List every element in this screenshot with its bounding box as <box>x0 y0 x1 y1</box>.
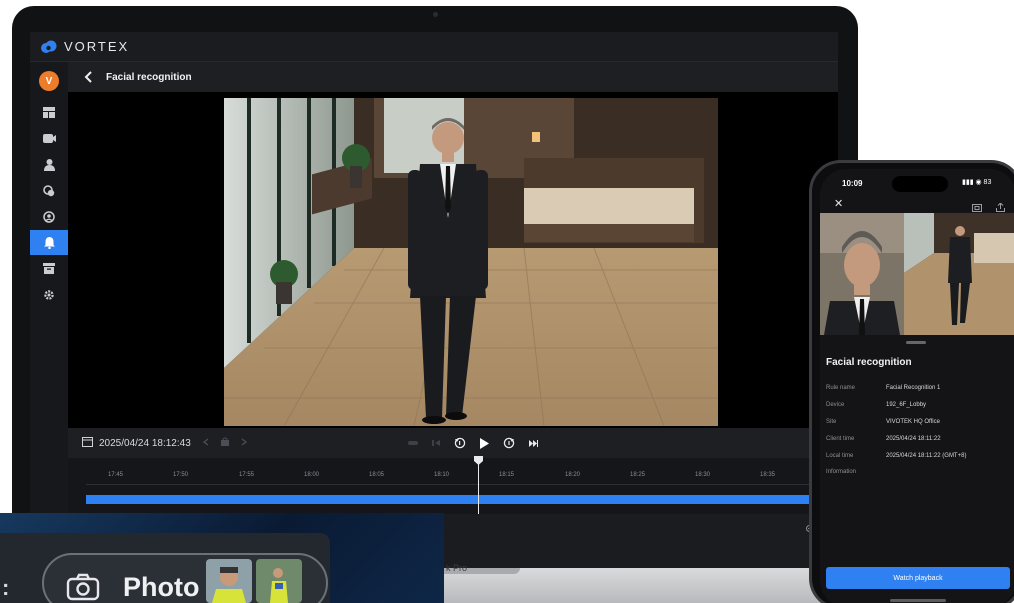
sidebar: V <box>30 62 68 568</box>
back-button[interactable] <box>76 65 100 89</box>
group-icon <box>43 184 55 196</box>
avatar[interactable]: V <box>39 71 59 91</box>
timeline-tick: 18:15 <box>499 472 515 478</box>
gear-icon <box>44 289 54 300</box>
detail-key: Information <box>826 469 857 475</box>
home-indicator <box>890 599 946 602</box>
sheet-handle[interactable] <box>906 341 926 344</box>
photo-label: Photo <box>123 572 200 602</box>
step-back-icon[interactable] <box>432 440 440 446</box>
detail-row: Client time 2025/04/24 18:11:22 <box>826 436 1014 448</box>
sidebar-item-dashboard[interactable] <box>30 100 68 125</box>
timeline-tick: 18:30 <box>695 472 711 478</box>
video-frame <box>224 98 718 426</box>
timeline-tick: 17:50 <box>173 472 189 478</box>
dynamic-island <box>892 176 948 192</box>
timeline-tick: 18:00 <box>304 472 320 478</box>
play-icon[interactable] <box>480 437 489 449</box>
detail-value: 2025/04/24 18:11:22 <box>886 436 941 442</box>
skip-next-icon[interactable] <box>529 439 538 447</box>
cloud-logo-icon <box>40 40 58 54</box>
detail-value: VIVOTEK HQ Office <box>886 419 940 425</box>
overlay-colon: : <box>2 575 10 600</box>
scene-snapshot-image[interactable] <box>904 213 1014 335</box>
sidebar-item-archive[interactable] <box>30 256 68 281</box>
face-snapshot-image[interactable] <box>820 213 904 335</box>
timeline-tick: 18:35 <box>760 472 776 478</box>
detail-key: Site <box>826 419 837 425</box>
recording-bar[interactable] <box>86 495 838 504</box>
phone-toolbar: ✕ <box>820 197 1014 212</box>
detail-row: Rule name Facial Recognition 1 <box>826 385 1014 397</box>
status-icons: ▮▮▮ ◉ 83 <box>962 179 992 186</box>
dashboard-icon <box>43 107 55 118</box>
page-title: Facial recognition <box>106 71 192 83</box>
detail-row: Device 192_6F_Lobby <box>826 402 1014 414</box>
timeline-tick: 18:25 <box>630 472 646 478</box>
sidebar-item-cameras[interactable] <box>30 126 68 151</box>
detail-key: Local time <box>826 453 854 459</box>
detail-value: 192_6F_Lobby <box>886 402 927 408</box>
sidebar-item-faces[interactable] <box>30 204 68 229</box>
person-icon <box>43 158 55 171</box>
detail-row: Site VIVOTEK HQ Office <box>826 419 1014 431</box>
detail-key: Rule name <box>826 385 856 391</box>
camera-icon <box>66 573 100 603</box>
bell-icon <box>43 236 55 249</box>
lobby-scene-image <box>224 98 718 426</box>
timeline-tick: 17:45 <box>108 472 124 478</box>
face-icon <box>43 210 55 223</box>
brand-name: VORTEX <box>64 39 130 54</box>
rewind-icon[interactable] <box>454 437 466 449</box>
transport-group <box>408 428 538 458</box>
playback-controls: 2025/04/24 18:12:43 <box>68 428 838 458</box>
playback-datetime[interactable]: 2025/04/24 18:12:43 <box>99 438 191 449</box>
video-player[interactable] <box>68 92 838 428</box>
detail-value: Facial Recognition 1 <box>886 385 941 391</box>
event-media[interactable] <box>820 213 1014 335</box>
laptop-frame: VORTEX V Facial recognition 2025/04/24 1… <box>12 6 858 568</box>
event-title: Facial recognition <box>826 357 912 368</box>
prev-event-icon[interactable] <box>202 437 209 449</box>
status-bar: 10:09 ▮▮▮ ◉ 83 <box>820 169 1014 197</box>
laptop-model-label: k Pro <box>446 563 468 573</box>
watch-playback-button[interactable]: Watch playback <box>826 567 1010 589</box>
timeline-tick: 18:05 <box>369 472 385 478</box>
worker-thumbnail[interactable] <box>206 559 252 603</box>
app-header: VORTEX <box>30 32 838 62</box>
playhead[interactable] <box>478 458 479 514</box>
playhead-handle[interactable] <box>474 456 483 465</box>
forward-icon[interactable] <box>503 437 515 449</box>
detail-row: Information <box>826 469 1014 481</box>
detail-row: Local time 2025/04/24 18:11:22 (GMT+8) <box>826 453 1014 465</box>
timeline-tick: 18:10 <box>434 472 450 478</box>
sidebar-item-people[interactable] <box>30 152 68 177</box>
next-event-icon[interactable] <box>241 437 247 449</box>
timeline-axis <box>86 484 838 485</box>
sidebar-item-groups[interactable] <box>30 178 68 203</box>
lock-icon[interactable] <box>220 437 229 449</box>
phone-frame: 10:09 ▮▮▮ ◉ 83 ✕ Facial recognition Rule… <box>809 160 1014 603</box>
laptop-screen: VORTEX V Facial recognition 2025/04/24 1… <box>30 32 838 568</box>
photo-overlay: : Photo <box>0 513 444 603</box>
timeline-tick: 17:55 <box>239 472 255 478</box>
sidebar-item-settings[interactable] <box>30 282 68 307</box>
page-header: Facial recognition <box>68 62 838 92</box>
timeline[interactable]: 17:45 17:50 17:55 18:00 18:05 18:10 18:1… <box>68 456 838 514</box>
close-icon[interactable]: ✕ <box>834 197 843 210</box>
detail-value: 2025/04/24 18:11:22 (GMT+8) <box>886 453 967 459</box>
phone-screen: 10:09 ▮▮▮ ◉ 83 ✕ Facial recognition Rule… <box>820 169 1014 603</box>
camera-icon <box>42 134 56 143</box>
archive-icon <box>43 263 55 274</box>
webcam <box>433 12 438 17</box>
worker-thumbnail[interactable] <box>256 559 302 603</box>
detail-key: Device <box>826 402 845 408</box>
timeline-tick: 18:20 <box>565 472 581 478</box>
detail-key: Client time <box>826 436 855 442</box>
calendar-icon[interactable] <box>82 434 93 452</box>
slow-icon[interactable] <box>408 440 418 446</box>
sidebar-item-alerts[interactable] <box>30 230 68 255</box>
chevron-left-icon <box>84 71 92 83</box>
status-time: 10:09 <box>842 179 863 188</box>
